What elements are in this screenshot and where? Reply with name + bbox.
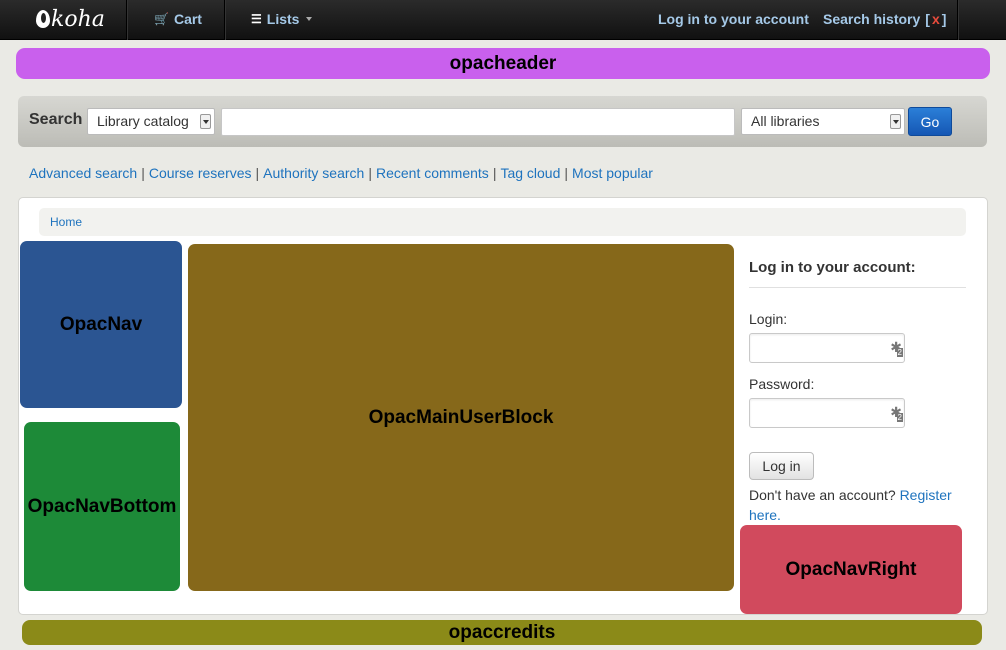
- opacnavbottom-block: OpacNavBottom: [24, 422, 180, 591]
- opacheader-label: opacheader: [449, 52, 557, 74]
- go-button[interactable]: Go: [908, 107, 952, 136]
- select-arrow-icon: [890, 114, 901, 129]
- advanced-search-link[interactable]: Advanced search: [29, 165, 137, 181]
- select-arrow-icon: [200, 114, 211, 129]
- login-field-label: Login:: [749, 311, 788, 327]
- library-select[interactable]: All libraries: [741, 108, 905, 135]
- separator: |: [368, 165, 372, 181]
- opacnavright-label: OpacNavRight: [785, 558, 917, 580]
- bracket-close: ]: [941, 11, 947, 27]
- lists-label: Lists: [266, 11, 300, 27]
- bracket-open: [: [925, 11, 930, 27]
- koha-logo-icon: [36, 10, 50, 28]
- opacnavbottom-label: OpacNavBottom: [27, 495, 177, 517]
- library-select-value: All libraries: [751, 113, 820, 129]
- authority-search-link[interactable]: Authority search: [263, 165, 364, 181]
- separator: |: [141, 165, 145, 181]
- top-navbar: koha 🛒 Cart ☰ Lists Log in to your accou…: [0, 0, 1006, 40]
- separator: |: [255, 165, 260, 181]
- search-input[interactable]: [221, 108, 735, 136]
- divider: [749, 287, 966, 288]
- opacnav-block: OpacNav: [20, 241, 182, 408]
- chevron-down-icon: [306, 17, 313, 21]
- search-bar: Search Library catalog All libraries Go: [18, 96, 987, 147]
- separator: |: [564, 165, 569, 181]
- opacheader-block: opacheader: [16, 48, 990, 79]
- lists-menu[interactable]: ☰ Lists: [251, 0, 313, 38]
- nav-divider: [957, 0, 958, 40]
- register-text: Don't have an account? Register here.: [749, 485, 969, 525]
- no-account-text: Don't have an account?: [749, 487, 896, 503]
- most-popular-link[interactable]: Most popular: [572, 165, 653, 181]
- nav-divider: [224, 0, 225, 40]
- opacnavright-block: OpacNavRight: [740, 525, 962, 614]
- login-panel-title: Log in to your account:: [749, 259, 916, 276]
- password-field[interactable]: ✱ 2: [749, 398, 905, 428]
- clear-history-button[interactable]: x: [932, 11, 940, 27]
- cart-button[interactable]: 🛒 Cart: [154, 0, 202, 38]
- catalog-select[interactable]: Library catalog: [87, 108, 215, 135]
- nav-divider: [126, 0, 127, 40]
- search-history: Search history [ x ]: [823, 0, 946, 38]
- recent-comments-link[interactable]: Recent comments: [376, 165, 489, 181]
- cart-icon: 🛒: [154, 12, 169, 26]
- password-manager-icon[interactable]: ✱ 2: [890, 405, 903, 422]
- list-icon: ☰: [251, 12, 262, 26]
- opaccredits-block: opaccredits: [22, 620, 982, 645]
- more-searches: Advanced search | Course reserves | Authorit…: [29, 165, 653, 181]
- search-history-link[interactable]: Search history: [823, 11, 920, 27]
- catalog-select-value: Library catalog: [97, 113, 189, 129]
- login-field[interactable]: ✱ 2: [749, 333, 905, 363]
- opacmainuserblock-label: OpacMainUserBlock: [368, 406, 554, 428]
- tag-cloud-link[interactable]: Tag cloud: [500, 165, 560, 181]
- search-label: Search: [29, 111, 83, 128]
- opaccredits-label: opaccredits: [448, 621, 556, 643]
- login-button[interactable]: Log in: [749, 452, 814, 480]
- password-field-label: Password:: [749, 376, 815, 392]
- separator: |: [492, 165, 497, 181]
- login-link[interactable]: Log in to your account: [658, 0, 809, 38]
- cart-label: Cart: [173, 11, 202, 27]
- course-reserves-link[interactable]: Course reserves: [149, 165, 252, 181]
- opacmainuserblock-block: OpacMainUserBlock: [188, 244, 734, 591]
- breadcrumb: Home: [39, 208, 966, 236]
- login-link-label: Log in to your account: [658, 11, 809, 27]
- koha-logo[interactable]: koha: [36, 4, 105, 34]
- password-manager-icon[interactable]: ✱ 2: [890, 340, 903, 357]
- opacnav-label: OpacNav: [59, 313, 143, 335]
- breadcrumb-home-link[interactable]: Home: [50, 215, 82, 229]
- koha-brand-text: koha: [51, 6, 105, 32]
